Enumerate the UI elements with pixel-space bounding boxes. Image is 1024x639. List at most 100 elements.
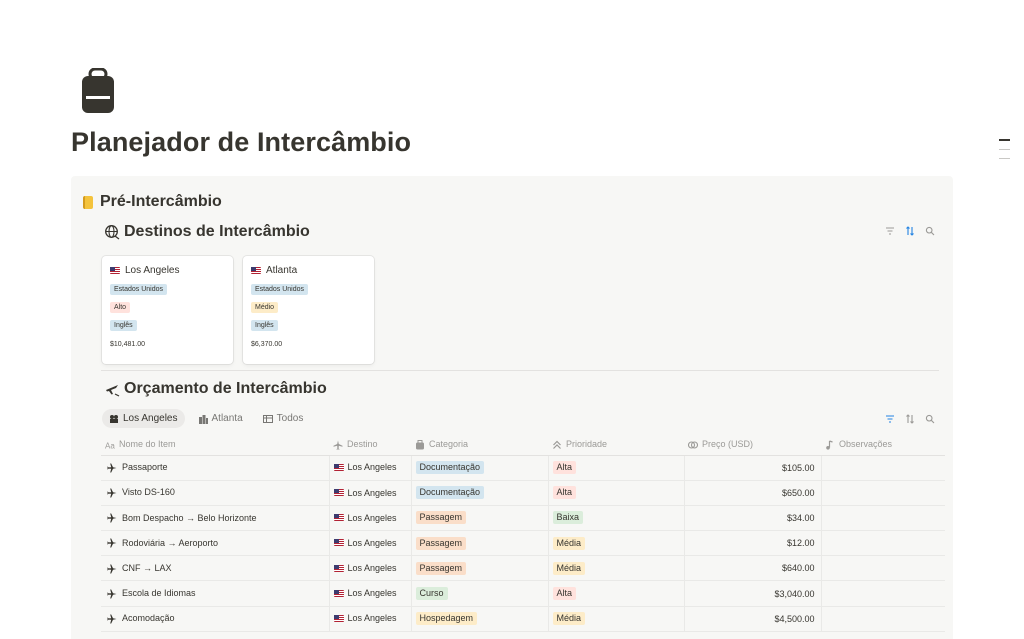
notebook-icon — [83, 195, 93, 209]
destination-link[interactable]: Los Angeles — [348, 538, 397, 548]
sort-icon[interactable] — [905, 226, 915, 236]
priority-tag: Média — [552, 536, 586, 550]
cell-category[interactable]: Documentação — [411, 480, 549, 506]
priority-tag: Alta — [552, 461, 577, 475]
cell-priority[interactable]: Alta — [548, 480, 685, 506]
budget-title[interactable]: Orçamento de Intercâmbio — [104, 380, 327, 398]
tab-atlanta[interactable]: Atlanta — [191, 409, 250, 428]
cell-category[interactable]: Documentação — [411, 455, 549, 481]
cell-price[interactable]: $12.00 — [684, 530, 822, 557]
priority-tag: Alta — [552, 587, 577, 601]
filter-icon[interactable] — [885, 226, 895, 236]
us-flag-icon — [333, 564, 344, 572]
destinations-title[interactable]: Destinos de Intercâmbio — [104, 223, 310, 241]
cell-notes[interactable] — [821, 480, 945, 506]
tab-todos[interactable]: Todos — [256, 409, 311, 428]
column-header-observacoes[interactable]: Observações — [821, 435, 945, 456]
item-name: Passaporte — [122, 462, 168, 473]
column-label: Nome do Item — [119, 439, 176, 450]
column-header-nome[interactable]: Aa Nome do Item — [101, 435, 329, 456]
destination-link[interactable]: Los Angeles — [348, 563, 397, 573]
toc-line[interactable] — [999, 149, 1010, 150]
destination-link[interactable]: Los Angeles — [348, 488, 397, 498]
cell-destination[interactable]: Los Angeles — [329, 480, 412, 506]
cell-name[interactable]: Passaporte — [101, 455, 330, 481]
cell-category[interactable]: Hospedagem — [411, 606, 549, 632]
cell-name[interactable]: Bom Despacho → Belo Horizonte — [101, 505, 330, 532]
table-row[interactable]: Escola de Idiomas Los Angeles Curso Alta $3,… — [101, 580, 945, 607]
category-tag: Passagem — [415, 511, 467, 525]
cell-priority[interactable]: Alta — [548, 455, 685, 481]
cell-destination[interactable]: Los Angeles — [329, 555, 412, 582]
cell-name[interactable]: Escola de Idiomas — [101, 580, 330, 607]
cell-name[interactable]: Rodoviária → Aeroporto — [101, 530, 330, 557]
us-flag-icon — [333, 539, 344, 547]
destination-link[interactable]: Los Angeles — [348, 462, 397, 472]
cell-destination[interactable]: Los Angeles — [329, 530, 412, 557]
cell-priority[interactable]: Baixa — [548, 505, 685, 532]
cell-price[interactable]: $34.00 — [684, 505, 822, 532]
callout-title: Pré-Intercâmbio — [100, 193, 222, 210]
plane-icon — [107, 564, 117, 574]
destination-link[interactable]: Los Angeles — [348, 513, 397, 523]
cell-category[interactable]: Curso — [411, 580, 549, 607]
cell-notes[interactable] — [821, 555, 945, 582]
cell-price[interactable]: $3,040.00 — [684, 580, 822, 607]
cell-notes[interactable] — [821, 606, 945, 632]
cell-notes[interactable] — [821, 455, 945, 481]
search-icon[interactable] — [925, 226, 935, 236]
cell-name[interactable]: CNF → LAX — [101, 555, 330, 582]
category-tag: Passagem — [415, 536, 467, 550]
table-row[interactable]: Acomodação Los Angeles Hospedagem Média $4,5… — [101, 606, 945, 632]
cell-destination[interactable]: Los Angeles — [329, 455, 412, 481]
destination-card-atlanta[interactable]: Atlanta Estados Unidos Médio Inglês $6,3… — [243, 256, 374, 364]
price-value: $650.00 — [781, 487, 815, 498]
cell-category[interactable]: Passagem — [411, 530, 549, 557]
toc-line[interactable] — [999, 158, 1010, 159]
table-row[interactable]: Bom Despacho → Belo Horizonte Los Angeles… — [101, 505, 945, 532]
cell-price[interactable]: $105.00 — [684, 455, 822, 481]
cell-priority[interactable]: Alta — [548, 580, 685, 607]
search-icon[interactable] — [925, 414, 935, 424]
sort-icon[interactable] — [905, 414, 915, 424]
category-tag: Documentação — [415, 461, 485, 475]
cell-name[interactable]: Acomodação — [101, 606, 330, 632]
cell-name[interactable]: Visto DS-160 — [101, 480, 330, 506]
plane-icon — [106, 385, 120, 397]
cell-price[interactable]: $650.00 — [684, 480, 822, 506]
cell-notes[interactable] — [821, 580, 945, 607]
column-header-preco[interactable]: Preço (USD) — [684, 435, 821, 456]
destination-link[interactable]: Los Angeles — [348, 613, 397, 623]
table-row[interactable]: Passaporte Los Angeles Documentação Alta $10… — [101, 455, 945, 481]
table-row[interactable]: Rodoviária → Aeroporto Los Angeles Passage… — [101, 530, 945, 557]
cell-priority[interactable]: Média — [548, 555, 685, 582]
cell-category[interactable]: Passagem — [411, 555, 549, 582]
tab-label: Todos — [276, 413, 304, 424]
cell-destination[interactable]: Los Angeles — [329, 580, 412, 607]
plane-icon — [107, 589, 117, 599]
card-price: $6,370.00 — [251, 341, 283, 348]
cell-notes[interactable] — [821, 530, 945, 557]
country-tag: Estados Unidos — [251, 284, 309, 295]
filter-icon[interactable] — [885, 414, 895, 424]
cell-priority[interactable]: Média — [548, 606, 685, 632]
cell-price[interactable]: $4,500.00 — [684, 606, 822, 632]
budget-table: Aa Nome do Item Destino Categoria Priorid… — [101, 435, 945, 632]
cell-priority[interactable]: Média — [548, 530, 685, 557]
toc-line[interactable] — [999, 139, 1010, 141]
table-row[interactable]: Visto DS-160 Los Angeles Documentação Alta $… — [101, 480, 945, 506]
cell-destination[interactable]: Los Angeles — [329, 505, 412, 532]
cell-notes[interactable] — [821, 505, 945, 532]
table-of-contents[interactable] — [999, 139, 1010, 167]
column-header-prioridade[interactable]: Prioridade — [548, 435, 684, 456]
column-header-destino[interactable]: Destino — [329, 435, 411, 456]
tab-los-angeles[interactable]: Los Angeles — [102, 409, 185, 428]
column-header-categoria[interactable]: Categoria — [411, 435, 548, 456]
cell-price[interactable]: $640.00 — [684, 555, 822, 582]
destination-link[interactable]: Los Angeles — [348, 588, 397, 598]
cell-destination[interactable]: Los Angeles — [329, 606, 412, 632]
backpack-icon[interactable] — [80, 67, 116, 114]
cell-category[interactable]: Passagem — [411, 505, 549, 532]
destination-card-los-angeles[interactable]: Los Angeles Estados Unidos Alto Inglês $… — [102, 256, 233, 364]
table-row[interactable]: CNF → LAX Los Angeles Passagem Média $640.00 — [101, 555, 945, 582]
